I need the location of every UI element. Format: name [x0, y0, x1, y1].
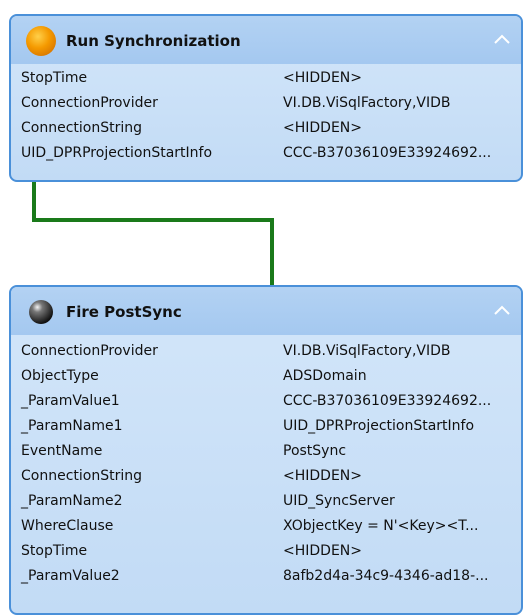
- property-row: _ParamName2 UID_SyncServer: [21, 493, 521, 513]
- property-value: UID_SyncServer: [283, 493, 395, 509]
- property-key: ConnectionProvider: [21, 95, 158, 111]
- property-key: UID_DPRProjectionStartInfo: [21, 145, 213, 161]
- property-row: StopTime <HIDDEN>: [21, 543, 521, 563]
- property-value: <HIDDEN>: [283, 120, 362, 136]
- property-key: ConnectionString: [21, 120, 142, 136]
- property-value: PostSync: [283, 443, 347, 459]
- property-value: VI.DB.ViSqlFactory,VIDB: [283, 95, 451, 111]
- property-key: WhereClause: [21, 518, 114, 534]
- property-value: CCC-B37036109E33924692...: [283, 393, 492, 409]
- property-row: WhereClause XObjectKey = N'<Key><T...: [21, 518, 521, 538]
- node-header[interactable]: Run Synchronization: [11, 16, 521, 64]
- property-value: <HIDDEN>: [283, 468, 362, 484]
- property-value: CCC-B37036109E33924692...: [283, 145, 492, 161]
- node-run-synchronization[interactable]: Run Synchronization StopTime <HIDDEN> Co…: [9, 14, 523, 182]
- property-key: StopTime: [21, 543, 88, 559]
- property-value: XObjectKey = N'<Key><T...: [283, 518, 479, 534]
- property-row: ConnectionString <HIDDEN>: [21, 120, 521, 140]
- property-value: 8afb2d4a-34c9-4346-ad18-...: [283, 568, 489, 584]
- property-key: ConnectionString: [21, 468, 142, 484]
- property-value: ADSDomain: [283, 368, 367, 384]
- property-key: ObjectType: [21, 368, 99, 384]
- node-title: Run Synchronization: [66, 32, 241, 50]
- property-row: _ParamValue2 8afb2d4a-34c9-4346-ad18-...: [21, 568, 521, 588]
- property-row: ObjectType ADSDomain: [21, 368, 521, 388]
- property-value: <HIDDEN>: [283, 543, 362, 559]
- property-row: ConnectionProvider VI.DB.ViSqlFactory,VI…: [21, 95, 521, 115]
- property-row: ConnectionProvider VI.DB.ViSqlFactory,VI…: [21, 343, 521, 363]
- property-key: _ParamName1: [21, 418, 123, 434]
- property-key: EventName: [21, 443, 103, 459]
- property-key: StopTime: [21, 70, 88, 86]
- orange-circle-icon: [26, 26, 56, 56]
- black-sphere-icon: [29, 300, 53, 324]
- property-value: <HIDDEN>: [283, 70, 362, 86]
- node-header[interactable]: Fire PostSync: [11, 287, 521, 335]
- property-row: ConnectionString <HIDDEN>: [21, 468, 521, 488]
- property-key: _ParamValue1: [21, 393, 120, 409]
- property-row: _ParamValue1 CCC-B37036109E33924692...: [21, 393, 521, 413]
- property-row: UID_DPRProjectionStartInfo CCC-B37036109…: [21, 145, 521, 165]
- property-value: UID_DPRProjectionStartInfo: [283, 418, 475, 434]
- chevron-up-icon[interactable]: [493, 304, 511, 316]
- property-row: _ParamName1 UID_DPRProjectionStartInfo: [21, 418, 521, 438]
- node-title: Fire PostSync: [66, 303, 182, 321]
- property-value: VI.DB.ViSqlFactory,VIDB: [283, 343, 451, 359]
- property-row: EventName PostSync: [21, 443, 521, 463]
- property-row: StopTime <HIDDEN>: [21, 70, 521, 90]
- property-key: _ParamValue2: [21, 568, 120, 584]
- property-key: ConnectionProvider: [21, 343, 158, 359]
- chevron-up-icon[interactable]: [493, 33, 511, 45]
- property-key: _ParamName2: [21, 493, 123, 509]
- node-fire-postsync[interactable]: Fire PostSync ConnectionProvider VI.DB.V…: [9, 285, 523, 615]
